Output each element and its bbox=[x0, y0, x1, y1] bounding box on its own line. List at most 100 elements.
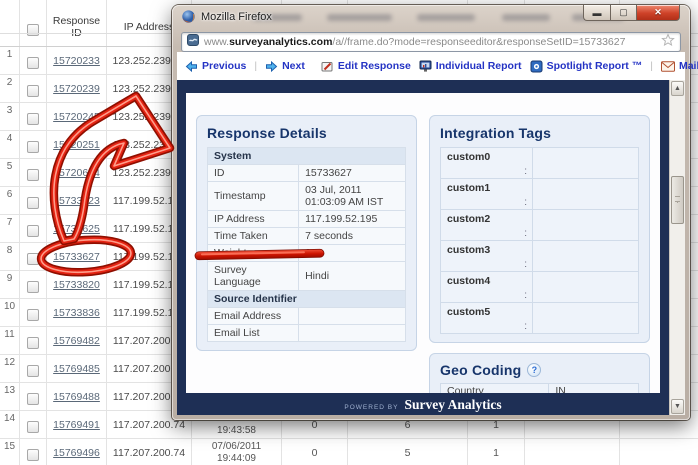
help-icon[interactable]: ? bbox=[527, 363, 541, 377]
close-button[interactable]: ✕ bbox=[636, 5, 680, 21]
popup-toolbar: Previous | Next Edit Response Individual… bbox=[177, 52, 685, 80]
integration-tag-row: custom1 : bbox=[441, 179, 638, 210]
response-id-link[interactable]: 15720233 bbox=[53, 55, 100, 67]
response-id-link[interactable]: 15769488 bbox=[53, 391, 100, 403]
row-checkbox[interactable] bbox=[27, 57, 39, 69]
detail-label: Weight bbox=[208, 245, 299, 262]
response-id-link[interactable]: 15769482 bbox=[53, 335, 100, 347]
row-number: 14 bbox=[4, 411, 15, 424]
response-id-link[interactable]: 15769485 bbox=[53, 363, 100, 375]
integration-tag-row: custom0 : bbox=[441, 148, 638, 179]
scroll-down-button[interactable]: ▼ bbox=[671, 399, 684, 414]
row-checkbox[interactable] bbox=[27, 225, 39, 237]
detail-row: Survey Language Hindi bbox=[208, 262, 406, 291]
popup-main-area: Response Details System ID 15733627 bbox=[177, 80, 669, 415]
response-id-link[interactable]: 15720245 bbox=[53, 111, 100, 123]
response-id-link[interactable]: 15769491 bbox=[53, 419, 100, 431]
detail-value: 7 seconds bbox=[299, 228, 406, 245]
geo-coding-table: Country IN bbox=[440, 383, 639, 393]
tag-value bbox=[533, 241, 638, 271]
header-select-cell bbox=[20, 0, 47, 46]
row-checkbox[interactable] bbox=[27, 421, 39, 433]
individual-report-button[interactable]: Individual Report bbox=[419, 60, 522, 73]
response-id-link[interactable]: 15733836 bbox=[53, 307, 100, 319]
edit-response-button[interactable]: Edit Response bbox=[321, 60, 411, 73]
previous-button[interactable]: Previous bbox=[185, 60, 246, 72]
next-button[interactable]: Next bbox=[265, 60, 305, 72]
tag-colon: : bbox=[447, 322, 527, 331]
glass-blur-artifact bbox=[502, 14, 550, 21]
minimize-button[interactable]: ▬ bbox=[583, 5, 610, 21]
response-id-link[interactable]: 15733625 bbox=[53, 223, 100, 235]
spotlight-icon bbox=[530, 60, 543, 73]
select-all-checkbox[interactable] bbox=[27, 24, 39, 36]
window-controls: ▬ ▢ ✕ bbox=[583, 5, 680, 21]
scroll-up-button[interactable]: ▲ bbox=[671, 81, 684, 96]
row-checkbox[interactable] bbox=[27, 337, 39, 349]
maximize-button[interactable]: ▢ bbox=[610, 5, 636, 21]
row-number: 11 bbox=[4, 327, 14, 340]
detail-row: IP Address 117.199.52.195 bbox=[208, 211, 406, 228]
row-checkbox[interactable] bbox=[27, 85, 39, 97]
url-input[interactable]: www.surveyanalytics.com/a//frame.do?mode… bbox=[181, 32, 681, 52]
response-id-link[interactable]: 15720239 bbox=[53, 83, 100, 95]
response-id-link[interactable]: 15733820 bbox=[53, 279, 100, 291]
geo-coding-panel: Geo Coding ? Country IN bbox=[429, 353, 650, 393]
integration-tags-table: custom0 : custom1 : bbox=[440, 147, 639, 334]
detail-row: ID 15733627 bbox=[208, 165, 406, 182]
row-checkbox[interactable] bbox=[27, 393, 39, 405]
detail-label: ID bbox=[208, 165, 299, 182]
window-titlebar[interactable]: Mozilla Firefox ▬ ▢ ✕ bbox=[172, 5, 690, 29]
vertical-scrollbar[interactable]: ▲ ▼ bbox=[669, 80, 685, 415]
response-id-link[interactable]: 15733623 bbox=[53, 195, 100, 207]
response-id-link[interactable]: 15769496 bbox=[53, 447, 100, 459]
firefox-window: Mozilla Firefox ▬ ▢ ✕ www.surveyanalytic… bbox=[172, 5, 690, 420]
row-checkbox[interactable] bbox=[27, 253, 39, 265]
geo-coding-title: Geo Coding bbox=[440, 362, 521, 378]
response-id-link[interactable]: 15720251 bbox=[53, 139, 100, 151]
row-number: 4 bbox=[7, 131, 13, 144]
header-response-id: Response ID bbox=[47, 0, 107, 46]
response-id-link[interactable]: 15720624 bbox=[53, 167, 100, 179]
mail-button[interactable]: Mail bbox=[661, 60, 698, 72]
scrollbar-thumb[interactable] bbox=[671, 176, 684, 224]
row-number: 13 bbox=[4, 383, 15, 396]
row-number: 3 bbox=[7, 103, 13, 116]
geo-row: Country IN bbox=[440, 383, 639, 393]
integration-tag-row: custom3 : bbox=[441, 241, 638, 272]
previous-arrow-icon bbox=[185, 61, 198, 72]
system-section-header: System bbox=[208, 148, 406, 165]
timestamp-time: 19:44:09 bbox=[217, 453, 256, 465]
geo-label: Country bbox=[441, 384, 549, 393]
window-title: Mozilla Firefox bbox=[201, 11, 272, 23]
tag-value bbox=[533, 272, 638, 302]
spotlight-report-button[interactable]: Spotlight Report ™ bbox=[530, 60, 643, 73]
header-rownum bbox=[0, 0, 20, 46]
bookmark-star-icon[interactable] bbox=[661, 33, 675, 52]
edit-icon bbox=[321, 60, 334, 73]
value-cell: 5 bbox=[405, 447, 411, 459]
detail-label: Email Address bbox=[208, 308, 299, 325]
url-text: www.surveyanalytics.com/a//frame.do?mode… bbox=[204, 36, 656, 48]
toolbar-separator: | bbox=[650, 60, 653, 72]
row-checkbox[interactable] bbox=[27, 449, 39, 461]
row-checkbox[interactable] bbox=[27, 281, 39, 293]
detail-label: Survey Language bbox=[208, 262, 299, 291]
tag-value bbox=[533, 148, 638, 178]
survey-analytics-brand: Survey Analytics bbox=[404, 397, 501, 413]
row-number: 12 bbox=[4, 355, 15, 368]
row-checkbox[interactable] bbox=[27, 197, 39, 209]
detail-value: 0.0 bbox=[299, 245, 406, 262]
row-checkbox[interactable] bbox=[27, 113, 39, 125]
integration-tags-panel: Integration Tags custom0 : bbox=[429, 115, 650, 343]
tag-label: custom2 bbox=[447, 213, 527, 225]
timestamp-date: 07/06/2011 bbox=[212, 441, 261, 453]
screenshot-root: Response ID IP Address 1 15720233 123.25… bbox=[0, 0, 698, 465]
row-checkbox[interactable] bbox=[27, 309, 39, 321]
row-number: 2 bbox=[7, 75, 13, 88]
row-checkbox[interactable] bbox=[27, 365, 39, 377]
response-id-link[interactable]: 15733627 bbox=[53, 251, 100, 263]
row-checkbox[interactable] bbox=[27, 169, 39, 181]
detail-label: Timestamp bbox=[208, 182, 299, 211]
row-checkbox[interactable] bbox=[27, 141, 39, 153]
